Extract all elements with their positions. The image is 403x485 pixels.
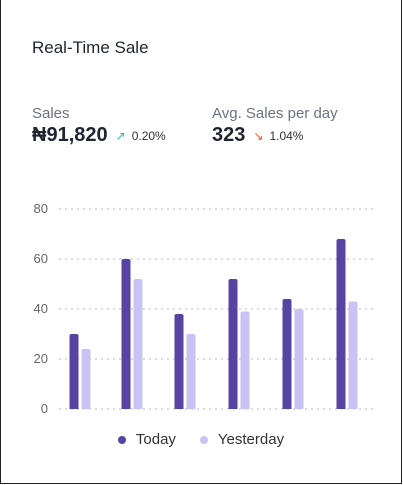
bar-yesterday	[240, 311, 250, 409]
y-tick-label: 20	[34, 351, 48, 366]
bar-today	[121, 259, 131, 409]
bar-today	[336, 239, 346, 409]
bar-today	[174, 314, 184, 409]
sales-bar-chart: 0 20 40 60 80	[34, 201, 374, 416]
legend-item-yesterday: Yesterday	[199, 431, 285, 448]
bar-today	[282, 299, 292, 409]
legend-label-yesterday: Yesterday	[217, 431, 285, 448]
bar-yesterday	[133, 279, 143, 409]
legend-item-today: Today	[117, 431, 176, 448]
bar-yesterday	[348, 301, 358, 409]
y-tick-label: 40	[34, 301, 48, 316]
bar-yesterday	[294, 309, 304, 409]
legend-dot-yesterday	[199, 435, 208, 444]
y-tick-label: 0	[41, 401, 48, 416]
bar-today	[69, 334, 79, 409]
bar-yesterday	[81, 349, 91, 409]
y-tick-label: 60	[34, 251, 48, 266]
y-tick-label: 80	[34, 201, 48, 216]
bar-today	[228, 279, 238, 409]
bar-yesterday	[186, 334, 196, 409]
legend-dot-today	[117, 435, 126, 444]
chart-legend: Today Yesterday	[1, 431, 401, 448]
real-time-sale-card: Real-Time Sale Sales ₦91,820 ↗ 0.20% Avg…	[0, 0, 402, 484]
legend-label-today: Today	[135, 431, 176, 448]
